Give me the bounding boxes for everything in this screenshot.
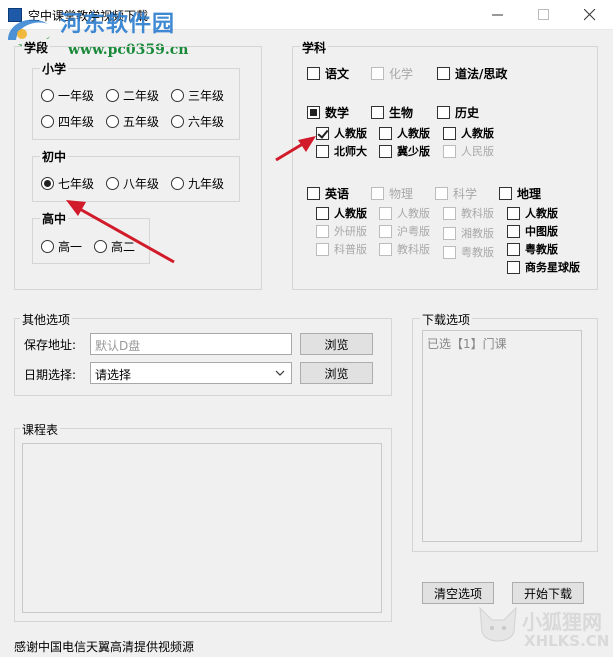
- other-options-group: [14, 318, 392, 396]
- checkbox-history[interactable]: 历史: [437, 104, 479, 121]
- radio-grade-6[interactable]: 六年级: [171, 113, 224, 130]
- checkbox-ethics[interactable]: 道法/思政: [437, 65, 507, 82]
- start-download-button[interactable]: 开始下载: [512, 582, 584, 604]
- senior-title: 高中: [40, 210, 69, 227]
- checkbox-bio-jishao[interactable]: 冀少版: [379, 143, 430, 159]
- minimize-icon: [492, 14, 503, 16]
- radio-grade-1[interactable]: 一年级: [41, 87, 94, 104]
- checkbox-english[interactable]: 英语: [307, 185, 349, 202]
- checkbox-science-xiangjiao[interactable]: 湘教版: [443, 225, 494, 241]
- checkbox-chemistry[interactable]: 化学: [371, 65, 413, 82]
- fox-watermark-icon: [479, 606, 517, 642]
- checkbox-physics-renjiao[interactable]: 人教版: [379, 205, 430, 221]
- radio-grade-3[interactable]: 三年级: [171, 87, 224, 104]
- checkbox-math-renjiao[interactable]: 人教版: [316, 125, 367, 141]
- checkbox-geo-zhongtu[interactable]: 中图版: [507, 223, 558, 239]
- junior-title: 初中: [40, 148, 69, 165]
- checkbox-physics-jiaoke[interactable]: 教科版: [379, 241, 430, 257]
- radio-grade-9[interactable]: 九年级: [171, 175, 224, 192]
- date-select-value: 请选择: [95, 368, 132, 382]
- close-button[interactable]: [567, 0, 613, 30]
- minimize-button[interactable]: [475, 0, 521, 30]
- radio-senior-1[interactable]: 高一: [41, 238, 82, 255]
- checkbox-physics-huyue[interactable]: 沪粤版: [379, 223, 430, 239]
- checkbox-science-jiaoke[interactable]: 教科版: [443, 205, 494, 221]
- download-options-title: 下载选项: [420, 311, 473, 328]
- checkbox-english-renjiao[interactable]: 人教版: [316, 205, 367, 221]
- checkbox-physics[interactable]: 物理: [371, 185, 413, 202]
- checkbox-science-yuejiao[interactable]: 粤教版: [443, 244, 494, 260]
- checkbox-math-beishida[interactable]: 北师大: [316, 143, 367, 159]
- checkbox-geo-yuejiao[interactable]: 粤教版: [507, 241, 558, 257]
- maximize-icon: [538, 9, 549, 20]
- radio-grade-5[interactable]: 五年级: [106, 113, 159, 130]
- other-options-title: 其他选项: [20, 311, 73, 328]
- clear-options-button[interactable]: 清空选项: [422, 582, 494, 604]
- radio-grade-7[interactable]: 七年级: [41, 175, 94, 192]
- schedule-list[interactable]: [22, 443, 382, 613]
- chevron-down-icon: [275, 370, 285, 376]
- stage-group-title: 学段: [22, 39, 51, 56]
- schedule-title: 课程表: [20, 421, 61, 438]
- fox-watermark-name: 小狐狸网: [522, 610, 602, 634]
- checkbox-english-kepu[interactable]: 科普版: [316, 241, 367, 257]
- fox-watermark-url: XHLKS.CN: [524, 632, 610, 650]
- browse-button[interactable]: 浏览: [300, 333, 373, 355]
- checkbox-history-renmin[interactable]: 人民版: [443, 143, 494, 159]
- checkbox-bio-renjiao[interactable]: 人教版: [379, 125, 430, 141]
- selected-courses-list[interactable]: 已选【1】门课: [422, 330, 582, 542]
- checkbox-geo-shangwu[interactable]: 商务星球版: [507, 259, 580, 275]
- checkbox-math[interactable]: 数学: [307, 104, 349, 121]
- date-browse-button[interactable]: 浏览: [300, 362, 373, 384]
- radio-grade-8[interactable]: 八年级: [106, 175, 159, 192]
- subject-group-title: 学科: [300, 39, 329, 56]
- checkbox-history-renjiao[interactable]: 人教版: [443, 125, 494, 141]
- checkbox-chinese[interactable]: 语文: [307, 65, 349, 82]
- footer-text: 感谢中国电信天翼高清提供视频源: [14, 640, 195, 654]
- checkbox-english-waiyan[interactable]: 外研版: [316, 223, 367, 239]
- primary-title: 小学: [40, 60, 69, 77]
- date-label: 日期选择:: [24, 368, 77, 382]
- radio-grade-4[interactable]: 四年级: [41, 113, 94, 130]
- checkbox-biology[interactable]: 生物: [371, 104, 413, 121]
- close-icon: [584, 9, 596, 21]
- maximize-button[interactable]: [521, 0, 567, 30]
- checkbox-science[interactable]: 科学: [435, 185, 477, 202]
- date-select[interactable]: 请选择: [90, 362, 292, 384]
- radio-grade-2[interactable]: 二年级: [106, 87, 159, 104]
- checkbox-geography[interactable]: 地理: [499, 185, 541, 202]
- selected-summary: 已选【1】门课: [427, 337, 507, 351]
- checkbox-geo-renjiao[interactable]: 人教版: [507, 205, 558, 221]
- save-path-label: 保存地址:: [24, 338, 77, 352]
- watermark-site-name: 河东软件园: [60, 11, 176, 37]
- radio-senior-2[interactable]: 高二: [94, 238, 135, 255]
- save-path-input[interactable]: 默认D盘: [90, 333, 292, 355]
